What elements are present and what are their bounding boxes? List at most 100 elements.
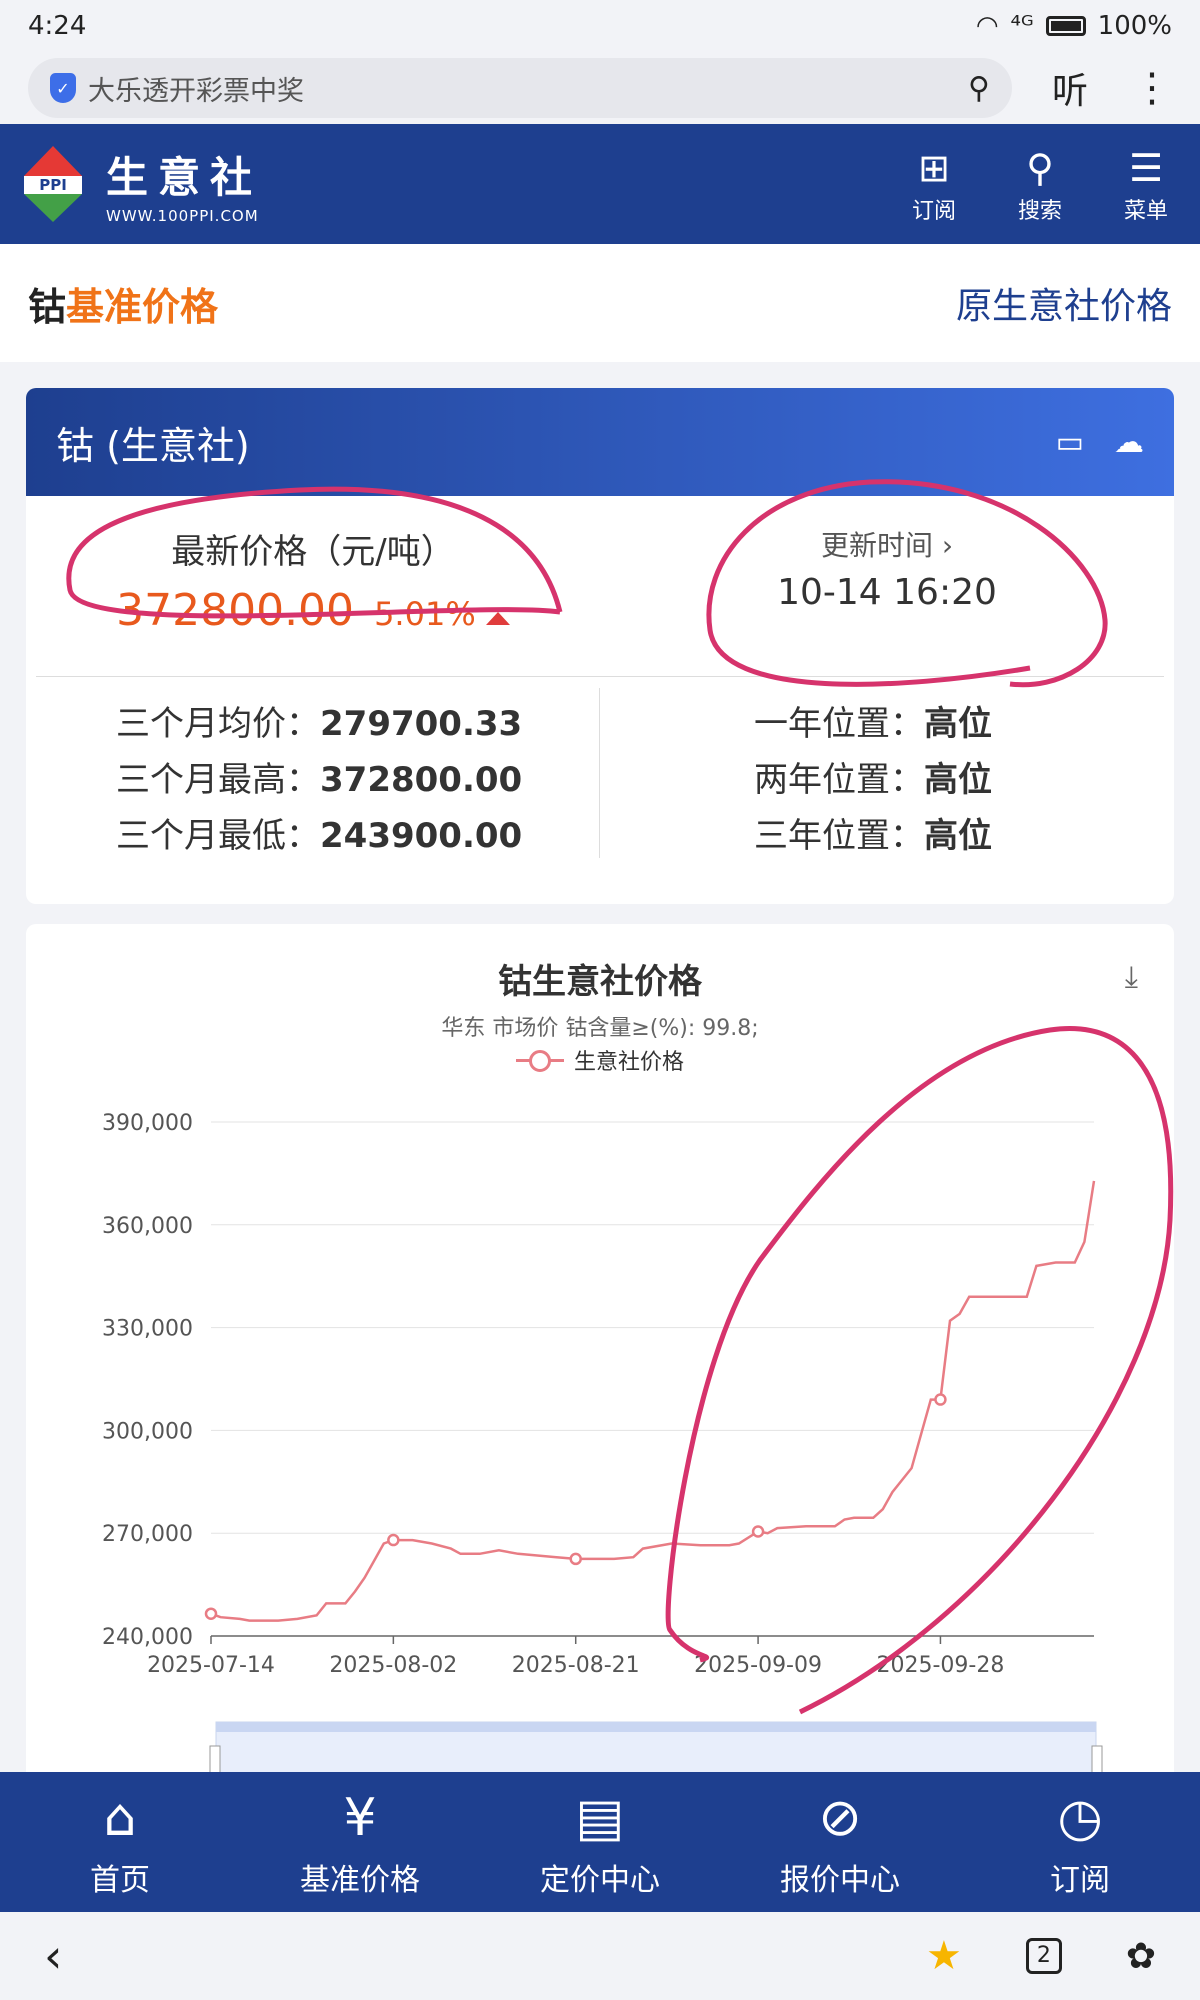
url-bar[interactable]: ✓ 大乐透开彩票中奖 ⚲ [28, 58, 1012, 118]
update-time-value: 10-14 16:20 [777, 572, 997, 613]
update-time-block[interactable]: 更新时间 › 10-14 16:20 [600, 496, 1174, 676]
series-point [751, 1525, 765, 1538]
series-point [569, 1552, 582, 1566]
chat-icon[interactable]: ☁ [1114, 425, 1144, 460]
price-card-header: 钴 (生意社) ▭ ☁ [26, 388, 1174, 496]
stat-label: 三个月最低： [116, 816, 320, 856]
nav-quote-center[interactable]: ⊘ 报价中心 [750, 1785, 930, 1899]
stat-value: 高位 [924, 816, 992, 856]
search-label: 搜索 [1017, 199, 1062, 224]
bookmark-plus-icon: ⊞ [918, 146, 950, 190]
y-tick-label: 300,000 [102, 1419, 193, 1444]
nav-label: 订阅 [1050, 1863, 1110, 1898]
legend-label: 生意社价格 [573, 1050, 684, 1075]
price-change: 5.01% [374, 595, 510, 633]
bottom-nav: ⌂ 首页 ¥ 基准价格 ▤ 定价中心 ⊘ 报价中心 ◷ 订阅 [0, 1772, 1200, 1912]
latest-price-line: 372800.00 5.01% [26, 585, 600, 636]
id-card-icon[interactable]: ▭ [1056, 425, 1084, 460]
series-point [204, 1607, 218, 1620]
series-point [934, 1393, 947, 1406]
original-price-link[interactable]: 原生意社价格 [956, 277, 1172, 329]
nav-label: 首页 [90, 1863, 150, 1898]
page-title-highlight: 基准价格 [66, 284, 219, 329]
back-icon[interactable]: ‹ [44, 1929, 62, 1983]
document-icon: ▤ [575, 1788, 625, 1848]
stat-row-low: 三个月最低：243900.00 [116, 808, 566, 864]
chart-legend[interactable]: 生意社价格 [26, 1044, 1174, 1076]
tabs-icon[interactable]: 2 [1025, 1938, 1062, 1974]
chart-subtitle: 华东 市场价 钴含量≥(%): 99.8; [441, 1016, 759, 1041]
stat-value: 高位 [924, 704, 992, 744]
subscribe-label: 订阅 [911, 199, 956, 224]
stat-row-1y: 一年位置：高位 [754, 696, 1134, 752]
y-tick-label: 270,000 [102, 1522, 193, 1547]
triangle-up-icon [485, 612, 510, 625]
nav-label: 基准价格 [300, 1863, 420, 1898]
nav-pricing-center[interactable]: ▤ 定价中心 [510, 1785, 690, 1899]
battery-level: 100% [1097, 11, 1172, 41]
nav-benchmark-price[interactable]: ¥ 基准价格 [270, 1785, 450, 1899]
latest-price-label: 最新价格（元/吨） [171, 532, 455, 572]
stats-right: 一年位置：高位 两年位置：高位 三年位置：高位 [754, 696, 1134, 864]
stat-row-avg: 三个月均价：279700.33 [116, 696, 566, 752]
y-tick-label: 360,000 [102, 1214, 193, 1239]
brand[interactable]: 生意社 WWW.100PPI.COM [106, 144, 262, 225]
brand-url: WWW.100PPI.COM [106, 206, 259, 225]
ppi-logo[interactable]: PPI [24, 146, 82, 222]
paw-icon[interactable]: ✿ [1126, 1936, 1156, 1977]
subscribe-button[interactable]: ⊞ 订阅 [904, 143, 964, 225]
stat-value: 高位 [924, 760, 992, 800]
nav-subscribe[interactable]: ◷ 订阅 [990, 1785, 1170, 1899]
zoom-slider-handle-bar [216, 1722, 1096, 1732]
menu-icon: ☰ [1128, 146, 1164, 190]
series-line [210, 1180, 1096, 1622]
price-card: 钴 (生意社) ▭ ☁ 最新价格（元/吨） 372800.00 5.01% 更新… [26, 388, 1174, 904]
status-time: 4:24 [28, 11, 87, 41]
nav-home[interactable]: ⌂ 首页 [30, 1785, 210, 1899]
search-icon[interactable]: ⚲ [968, 71, 990, 106]
price-card-icons: ▭ ☁ [1056, 425, 1144, 460]
stat-label: 一年位置： [754, 704, 924, 744]
chart-title: 钴生意社价格 [498, 962, 702, 1002]
x-tick-label: 2025-08-02 [329, 1653, 457, 1678]
browser-bar: ✓ 大乐透开彩票中奖 ⚲ 听 ⋮ [0, 52, 1200, 124]
y-tick-label: 330,000 [102, 1317, 193, 1342]
menu-button[interactable]: ☰ 菜单 [1116, 143, 1176, 225]
signal-icon: ⁴ᴳ [1010, 11, 1034, 41]
listen-button[interactable]: 听 [1052, 62, 1088, 114]
more-menu-icon[interactable]: ⋮ [1132, 65, 1172, 111]
header-actions: ⊞ 订阅 ⚲ 搜索 ☰ 菜单 [904, 143, 1176, 225]
x-tick-label: 2025-09-09 [694, 1653, 822, 1678]
url-text[interactable]: 大乐透开彩票中奖 [88, 69, 956, 108]
status-bar: 4:24 ◠ ⁴ᴳ 100% [0, 0, 1200, 52]
download-icon[interactable]: ⤓ [1125, 960, 1138, 995]
stat-label: 三个月均价： [116, 704, 320, 744]
wifi-icon: ◠ [975, 11, 999, 41]
slash-circle-icon: ⊘ [818, 1788, 862, 1848]
battery-icon [1045, 16, 1086, 36]
series-point [387, 1533, 400, 1547]
yen-icon: ¥ [343, 1788, 377, 1848]
star-icon[interactable]: ★ [926, 1933, 962, 1979]
stat-label: 三年位置： [754, 816, 924, 856]
price-card-title: 钴 (生意社) [56, 423, 250, 468]
price-card-divider [36, 676, 1164, 677]
price-change-value: 5.01% [374, 595, 476, 633]
stat-label: 两年位置： [754, 760, 924, 800]
latest-price-block: 最新价格（元/吨） 372800.00 5.01% [26, 496, 600, 676]
x-tick-label: 2025-09-28 [877, 1653, 1005, 1678]
system-bar-right: ★ 2 ✿ [926, 1933, 1156, 1979]
clock-icon: ◷ [1057, 1788, 1103, 1848]
shield-check-icon: ✓ [50, 73, 76, 103]
home-icon: ⌂ [103, 1788, 137, 1848]
title-row: 钴基准价格 原生意社价格 [0, 244, 1200, 362]
stat-row-2y: 两年位置：高位 [754, 752, 1134, 808]
latest-price-value: 372800.00 [116, 585, 355, 636]
nav-label: 定价中心 [540, 1863, 660, 1898]
search-button[interactable]: ⚲ 搜索 [1010, 143, 1070, 225]
update-time-label[interactable]: 更新时间 › [600, 524, 1174, 564]
y-tick-label: 240,000 [102, 1625, 193, 1650]
page-title: 钴基准价格 [28, 276, 218, 331]
menu-label: 菜单 [1123, 199, 1168, 224]
stats-divider [599, 688, 600, 858]
